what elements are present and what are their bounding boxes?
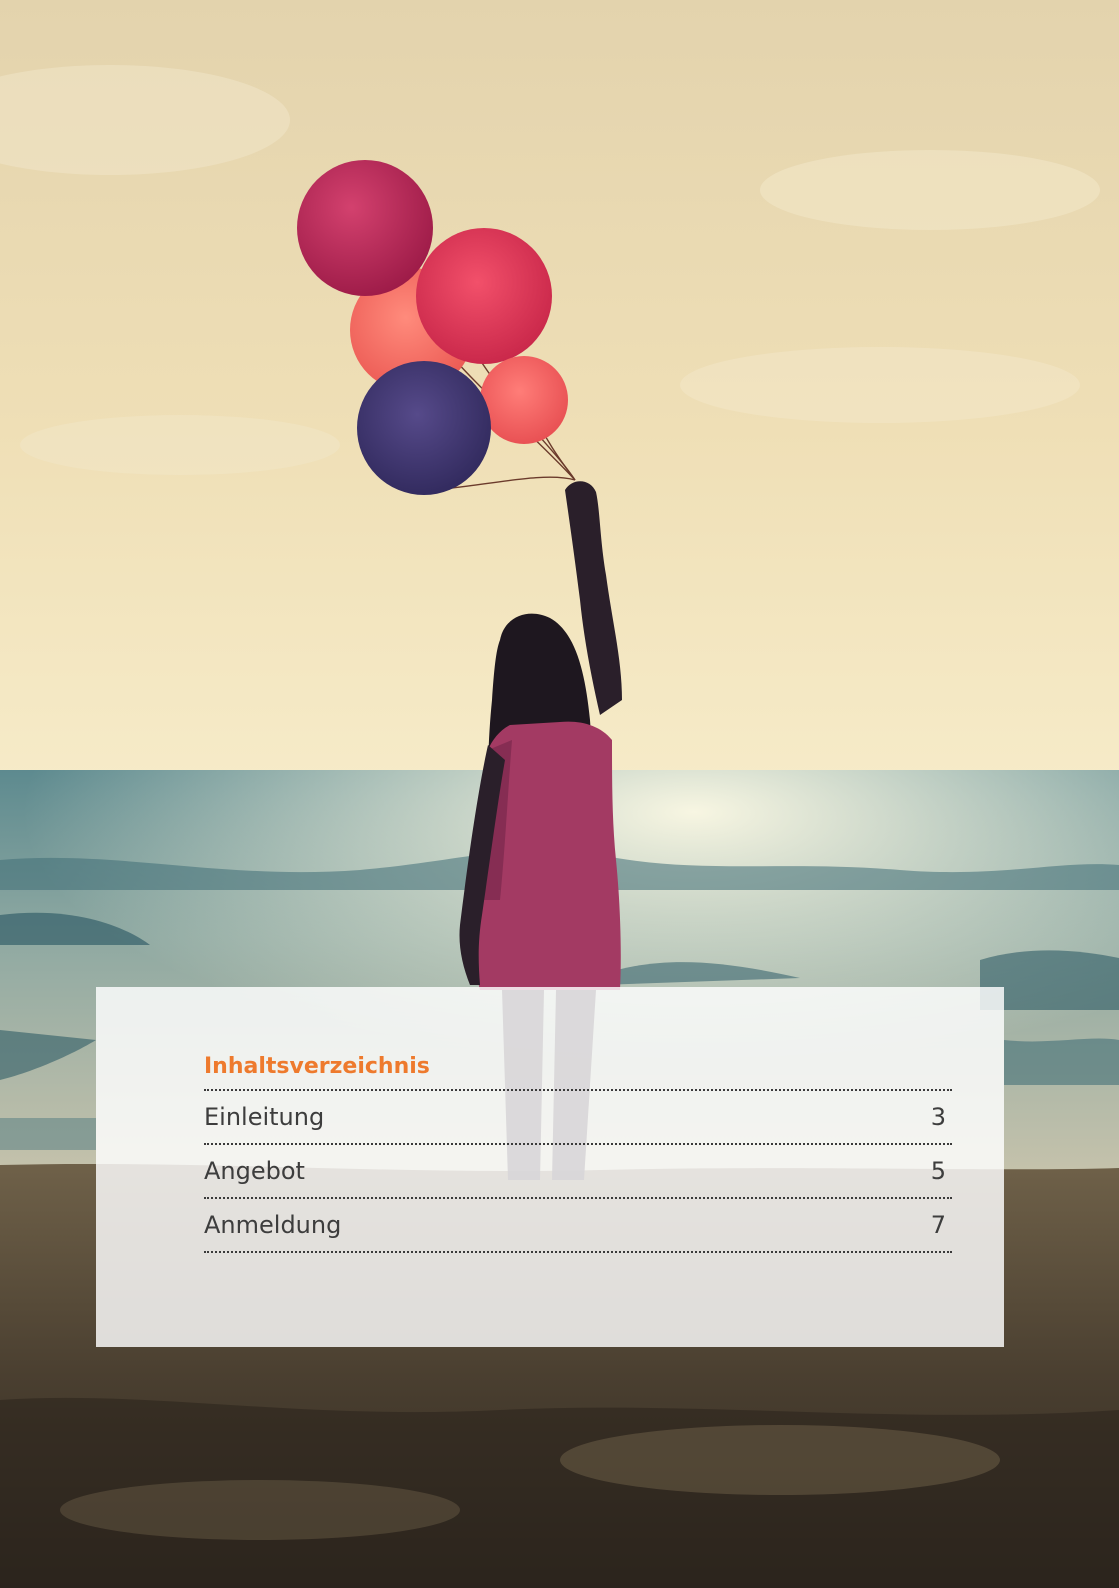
toc-entry-page-number: 7 [930,1211,946,1239]
beach-balloon-photo [0,0,1119,1588]
toc-entry-page-number: 3 [930,1103,946,1131]
toc-entry-angebot[interactable]: Angebot 5 [204,1145,952,1199]
toc-entry-page-number: 5 [930,1157,946,1185]
toc-entry-label: Einleitung [204,1103,325,1131]
toc-heading: Inhaltsverzeichnis [204,1047,952,1091]
toc-entry-einleitung[interactable]: Einleitung 3 [204,1091,952,1145]
table-of-contents-panel: Inhaltsverzeichnis Einleitung 3 Angebot … [96,987,1004,1347]
brochure-page: Inhaltsverzeichnis Einleitung 3 Angebot … [0,0,1119,1588]
toc-entry-anmeldung[interactable]: Anmeldung 7 [204,1199,952,1253]
table-of-contents: Inhaltsverzeichnis Einleitung 3 Angebot … [204,1047,952,1253]
toc-entry-label: Angebot [204,1157,305,1185]
toc-entry-label: Anmeldung [204,1211,342,1239]
